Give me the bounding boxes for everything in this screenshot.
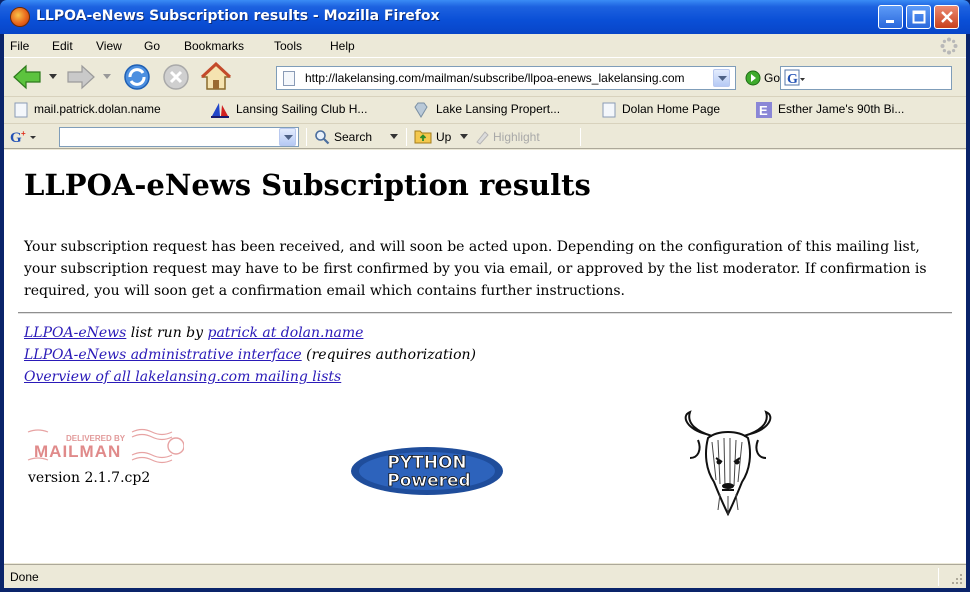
admin-note: (requires authorization) [301,347,476,363]
admin-line: LLPOA-eNews administrative interface (re… [24,344,476,366]
maximize-icon [912,10,926,24]
maximize-button[interactable] [906,5,931,29]
list-link[interactable]: LLPOA-eNews [24,325,126,341]
svg-text:E: E [759,103,768,118]
owner-link[interactable]: patrick at dolan.name [208,325,364,341]
svg-text:G: G [787,72,798,87]
overview-line: Overview of all lakelansing.com mailing … [24,366,476,388]
python-logo-line1: PYTHON [387,453,466,473]
url-dropdown-button[interactable] [713,69,730,87]
body-paragraph: Your subscription request has been recei… [24,239,927,299]
go-icon[interactable] [745,70,761,86]
forward-dropdown-icon[interactable] [102,73,112,81]
toolbar-separator [406,128,407,146]
page-icon [283,71,295,86]
reload-icon[interactable] [122,62,152,92]
minimize-button[interactable] [878,5,903,29]
up-button[interactable]: Up [436,130,451,144]
close-icon [941,11,953,23]
version-text: version 2.1.7.cp2 [28,470,151,486]
menu-go[interactable]: Go [144,39,160,53]
svg-text:+: + [21,129,26,138]
google-logo-icon[interactable]: G + [10,128,50,146]
menu-tools[interactable]: Tools [274,39,302,53]
page-icon [602,102,616,118]
overview-link[interactable]: Overview of all lakelansing.com mailing … [24,369,341,385]
menu-file[interactable]: File [10,39,29,53]
google-search-button[interactable]: Search [334,130,372,144]
back-icon[interactable] [12,64,42,90]
highlight-button[interactable]: Highlight [493,130,540,144]
python-powered-logo[interactable]: PYTHON Powered [350,446,504,496]
home-icon[interactable] [200,62,232,92]
close-button[interactable] [934,5,959,29]
firefox-icon [10,7,30,27]
horizontal-rule [18,312,952,314]
bookmark-item[interactable]: mail.patrick.dolan.name [34,102,161,116]
search-box[interactable]: G [780,66,952,90]
bookmark-item[interactable]: Dolan Home Page [622,102,720,116]
google-search-icon[interactable]: G [784,69,806,87]
python-logo-line2: Powered [387,471,470,491]
menu-view[interactable]: View [96,39,122,53]
back-dropdown-icon[interactable] [48,73,58,81]
google-search-field[interactable] [59,127,299,147]
menu-help[interactable]: Help [330,39,355,53]
bookmark-item[interactable]: Esther Jame's 90th Bi... [778,102,904,116]
list-info-line: LLPOA-eNews list run by patrick at dolan… [24,322,476,344]
google-toolbar: G + Search Up Highlight [4,123,966,149]
mailman-logo-text: MAILMAN [34,442,121,461]
up-dropdown-icon[interactable] [460,134,468,140]
chevron-down-icon [284,135,293,140]
footer-links: LLPOA-eNews list run by patrick at dolan… [24,322,476,388]
sailboat-icon [211,103,229,118]
folder-up-icon[interactable] [414,128,432,144]
menu-bookmarks[interactable]: Bookmarks [184,39,244,53]
page-content: LLPOA-eNews Subscription results Your su… [4,150,966,563]
page-icon [14,102,28,118]
google-search-dropdown[interactable] [279,128,296,146]
address-bar[interactable]: http://lakelansing.com/mailman/subscribe… [276,66,736,90]
search-icon[interactable] [314,129,330,145]
bookmarks-toolbar: mail.patrick.dolan.name Lansing Sailing … [4,96,966,122]
e-icon: E [756,102,772,118]
browser-window: LLPOA-eNews Subscription results - Mozil… [0,0,970,592]
navigation-toolbar: http://lakelansing.com/mailman/subscribe… [4,59,966,95]
chevron-down-icon [718,76,727,81]
url-input[interactable]: http://lakelansing.com/mailman/subscribe… [305,71,703,85]
status-text: Done [10,570,39,584]
menu-bar: File Edit View Go Bookmarks Tools Help [4,34,966,58]
gnu-head-logo[interactable] [676,410,780,520]
run-by-text: list run by [126,325,208,341]
toolbar-separator [580,128,581,146]
highlight-icon[interactable] [474,129,490,145]
throbber-icon [940,37,958,55]
diamond-icon [414,102,428,118]
title-bar[interactable]: LLPOA-eNews Subscription results - Mozil… [0,0,970,34]
bookmark-item[interactable]: Lake Lansing Propert... [436,102,560,116]
stop-icon[interactable] [162,63,190,91]
browser-client: File Edit View Go Bookmarks Tools Help h… [4,34,966,588]
status-separator [938,568,939,586]
search-dropdown-icon[interactable] [390,134,398,140]
window-title: LLPOA-eNews Subscription results - Mozil… [36,8,440,24]
toolbar-separator [306,128,307,146]
forward-icon[interactable] [66,64,96,90]
admin-interface-link[interactable]: LLPOA-eNews administrative interface [24,347,302,363]
go-button[interactable]: Go [764,71,780,85]
resize-grip-icon[interactable] [946,568,964,586]
page-title: LLPOA-eNews Subscription results [24,168,591,202]
bookmark-item[interactable]: Lansing Sailing Club H... [236,102,367,116]
status-bar: Done [4,564,966,588]
minimize-icon [886,20,894,23]
menu-edit[interactable]: Edit [52,39,73,53]
mailman-logo[interactable]: DELIVERED BY MAILMAN [24,426,184,466]
